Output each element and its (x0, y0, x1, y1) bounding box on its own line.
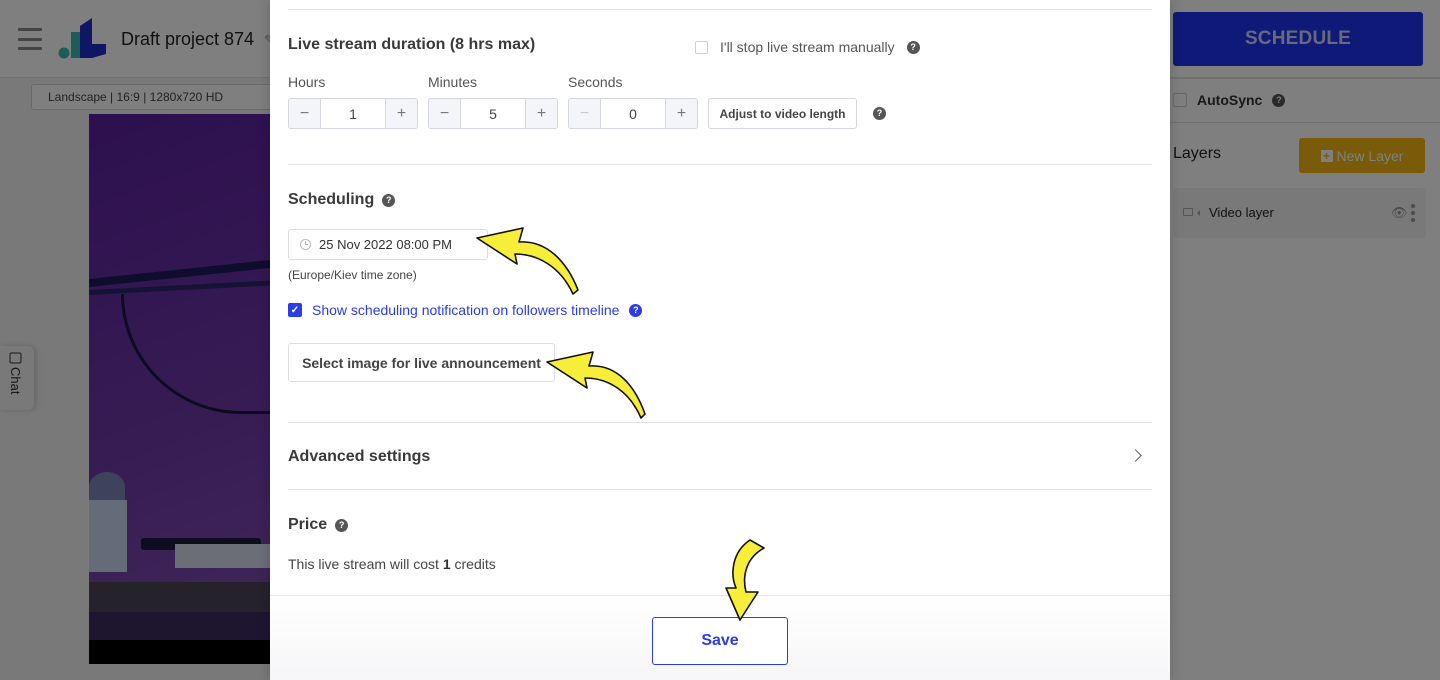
checkbox[interactable] (695, 40, 708, 54)
timezone-note: (Europe/Kiev time zone) (288, 268, 417, 282)
schedule-live-modal: Live stream duration (8 hrs max) I'll st… (270, 0, 1170, 680)
help-icon[interactable]: ? (629, 303, 643, 317)
annotation-arrow-icon (476, 227, 579, 295)
advanced-settings-toggle[interactable]: Advanced settings (288, 423, 1152, 489)
hours-stepper: − 1 + (288, 98, 418, 129)
divider (288, 9, 1152, 10)
minutes-stepper: − 5 + (428, 98, 558, 129)
manual-stop-label: I'll stop live stream manually (720, 39, 895, 55)
checkmark-icon[interactable]: ✓ (288, 303, 302, 317)
minutes-increment-button[interactable]: + (525, 99, 557, 128)
help-icon[interactable]: ? (873, 107, 886, 120)
price-text-after: credits (450, 556, 496, 572)
divider (288, 489, 1152, 490)
seconds-label: Seconds (568, 74, 623, 90)
manual-stop-checkbox[interactable]: I'll stop live stream manually ? (695, 39, 920, 55)
seconds-stepper: − 0 + (568, 98, 698, 129)
price-text: This live stream will cost 1 credits (288, 556, 496, 572)
duration-title: Live stream duration (8 hrs max) (288, 36, 535, 54)
divider (288, 164, 1152, 165)
seconds-input[interactable]: 0 (601, 99, 665, 128)
hours-increment-button[interactable]: + (385, 99, 417, 128)
annotation-arrow-icon (546, 351, 646, 419)
minutes-decrement-button[interactable]: − (429, 99, 461, 128)
clock-icon (300, 239, 311, 250)
price-credits: 1 (442, 556, 451, 572)
seconds-increment-button[interactable]: + (665, 99, 697, 128)
notify-label: Show scheduling notification on follower… (312, 302, 620, 318)
notify-followers-checkbox[interactable]: ✓ Show scheduling notification on follow… (288, 302, 643, 318)
chevron-right-icon (1129, 449, 1142, 462)
hours-label: Hours (288, 74, 326, 90)
advanced-settings-label: Advanced settings (288, 448, 431, 465)
adjust-to-video-length-button[interactable]: Adjust to video length (708, 98, 857, 129)
select-announcement-image-button[interactable]: Select image for live announcement (288, 343, 555, 382)
minutes-input[interactable]: 5 (461, 99, 525, 128)
hours-decrement-button[interactable]: − (289, 99, 321, 128)
datetime-value: 25 Nov 2022 08:00 PM (319, 237, 452, 252)
scheduling-title-text: Scheduling (288, 191, 375, 208)
minutes-label: Minutes (428, 74, 478, 90)
scheduling-title: Scheduling ? (288, 191, 396, 209)
duration-title-text: Live stream duration (8 hrs max) (288, 36, 536, 53)
help-icon[interactable]: ? (906, 40, 920, 54)
help-icon[interactable]: ? (382, 193, 396, 207)
schedule-datetime-input[interactable]: 25 Nov 2022 08:00 PM (288, 229, 488, 260)
price-text-before: This live stream will cost (288, 556, 443, 572)
save-button[interactable]: Save (652, 617, 788, 665)
hours-input[interactable]: 1 (321, 99, 385, 128)
seconds-decrement-button[interactable]: − (569, 99, 601, 128)
help-icon[interactable]: ? (335, 518, 349, 532)
price-title: Price ? (288, 516, 349, 534)
price-title-text: Price (288, 516, 328, 533)
modal-footer: Save (270, 595, 1170, 680)
